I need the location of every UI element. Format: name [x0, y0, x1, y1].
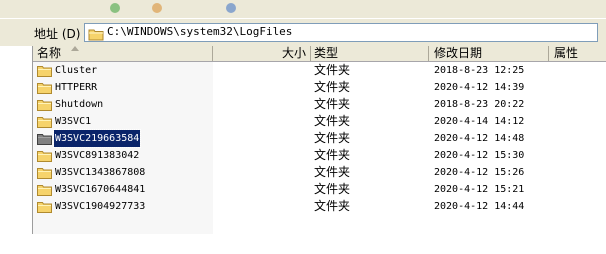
toolbar-button-icon[interactable] — [226, 3, 236, 13]
address-input[interactable]: C:\WINDOWS\system32\LogFiles — [84, 23, 598, 42]
file-type: 文件夹 — [314, 80, 351, 94]
file-type: 文件夹 — [314, 148, 351, 162]
list-item[interactable]: W3SVC1904927733 文件夹 2020-4-12 14:44 — [33, 198, 606, 215]
file-type: 文件夹 — [314, 97, 351, 111]
list-item[interactable]: W3SVC1343867808 文件夹 2020-4-12 15:26 — [33, 164, 606, 181]
list-item[interactable]: W3SVC1670644841 文件夹 2020-4-12 15:21 — [33, 181, 606, 198]
column-header-name[interactable]: 名称 — [33, 46, 213, 61]
column-header-modified[interactable]: 修改日期 — [429, 46, 549, 61]
column-header-attributes-label: 属性 — [554, 46, 579, 60]
list-item-selected[interactable]: W3SVC219663584 文件夹 2020-4-12 14:48 — [33, 129, 606, 148]
file-modified: 2020-4-12 15:21 — [434, 184, 525, 195]
list-item[interactable]: Cluster 文件夹 2018-8-23 12:25 — [33, 62, 606, 79]
column-header-type[interactable]: 类型 — [311, 46, 429, 61]
file-modified: 2020-4-12 14:39 — [434, 82, 525, 93]
file-name: W3SVC1343867808 — [55, 167, 146, 178]
folder-icon — [88, 26, 104, 45]
file-type: 文件夹 — [314, 182, 351, 196]
file-type: 文件夹 — [314, 63, 351, 77]
file-type: 文件夹 — [314, 131, 351, 145]
file-type: 文件夹 — [314, 114, 351, 128]
list-item[interactable]: W3SVC1 文件夹 2020-4-14 14:12 — [33, 113, 606, 130]
list-item[interactable]: Shutdown 文件夹 2018-8-23 20:22 — [33, 96, 606, 113]
file-modified: 2018-8-23 20:22 — [434, 99, 525, 110]
file-rows: Cluster 文件夹 2018-8-23 12:25 HTTPERR 文件夹 … — [33, 62, 606, 215]
column-header-size[interactable]: 大小 — [213, 46, 311, 61]
file-name: W3SVC1 — [55, 116, 92, 127]
sort-ascending-icon — [71, 46, 79, 51]
column-header-type-label: 类型 — [314, 46, 339, 60]
column-header-name-label: 名称 — [37, 46, 62, 60]
file-name: W3SVC1904927733 — [55, 201, 146, 212]
column-header-modified-label: 修改日期 — [434, 46, 483, 60]
toolbar-strip — [0, 0, 606, 18]
file-name: HTTPERR — [55, 82, 98, 93]
address-bar: 地址 (D) C:\WINDOWS\system32\LogFiles — [0, 18, 606, 46]
file-modified: 2020-4-14 14:12 — [434, 116, 525, 127]
file-type: 文件夹 — [314, 199, 351, 213]
file-modified: 2020-4-12 15:26 — [434, 167, 525, 178]
file-modified: 2020-4-12 14:44 — [434, 201, 525, 212]
file-name: Cluster — [55, 65, 98, 76]
file-name: W3SVC891383042 — [55, 150, 140, 161]
toolbar-button-icon[interactable] — [110, 3, 120, 13]
file-name: W3SVC219663584 — [52, 129, 142, 148]
address-path: C:\WINDOWS\system32\LogFiles — [107, 25, 293, 38]
address-label: 地址 (D) — [34, 27, 81, 41]
toolbar-button-icon[interactable] — [152, 3, 162, 13]
file-modified: 2020-4-12 15:30 — [434, 150, 525, 161]
column-header-attributes[interactable]: 属性 — [549, 46, 606, 61]
column-header-size-label: 大小 — [281, 46, 306, 60]
file-modified: 2020-4-12 14:48 — [434, 133, 525, 144]
file-type: 文件夹 — [314, 165, 351, 179]
folder-icon — [37, 201, 52, 218]
column-header-row: 名称 大小 类型 修改日期 属性 — [33, 46, 606, 62]
file-modified: 2018-8-23 12:25 — [434, 65, 525, 76]
list-item[interactable]: W3SVC891383042 文件夹 2020-4-12 15:30 — [33, 147, 606, 164]
file-name: W3SVC1670644841 — [55, 184, 146, 195]
file-name: Shutdown — [55, 99, 104, 110]
list-item[interactable]: HTTPERR 文件夹 2020-4-12 14:39 — [33, 79, 606, 96]
